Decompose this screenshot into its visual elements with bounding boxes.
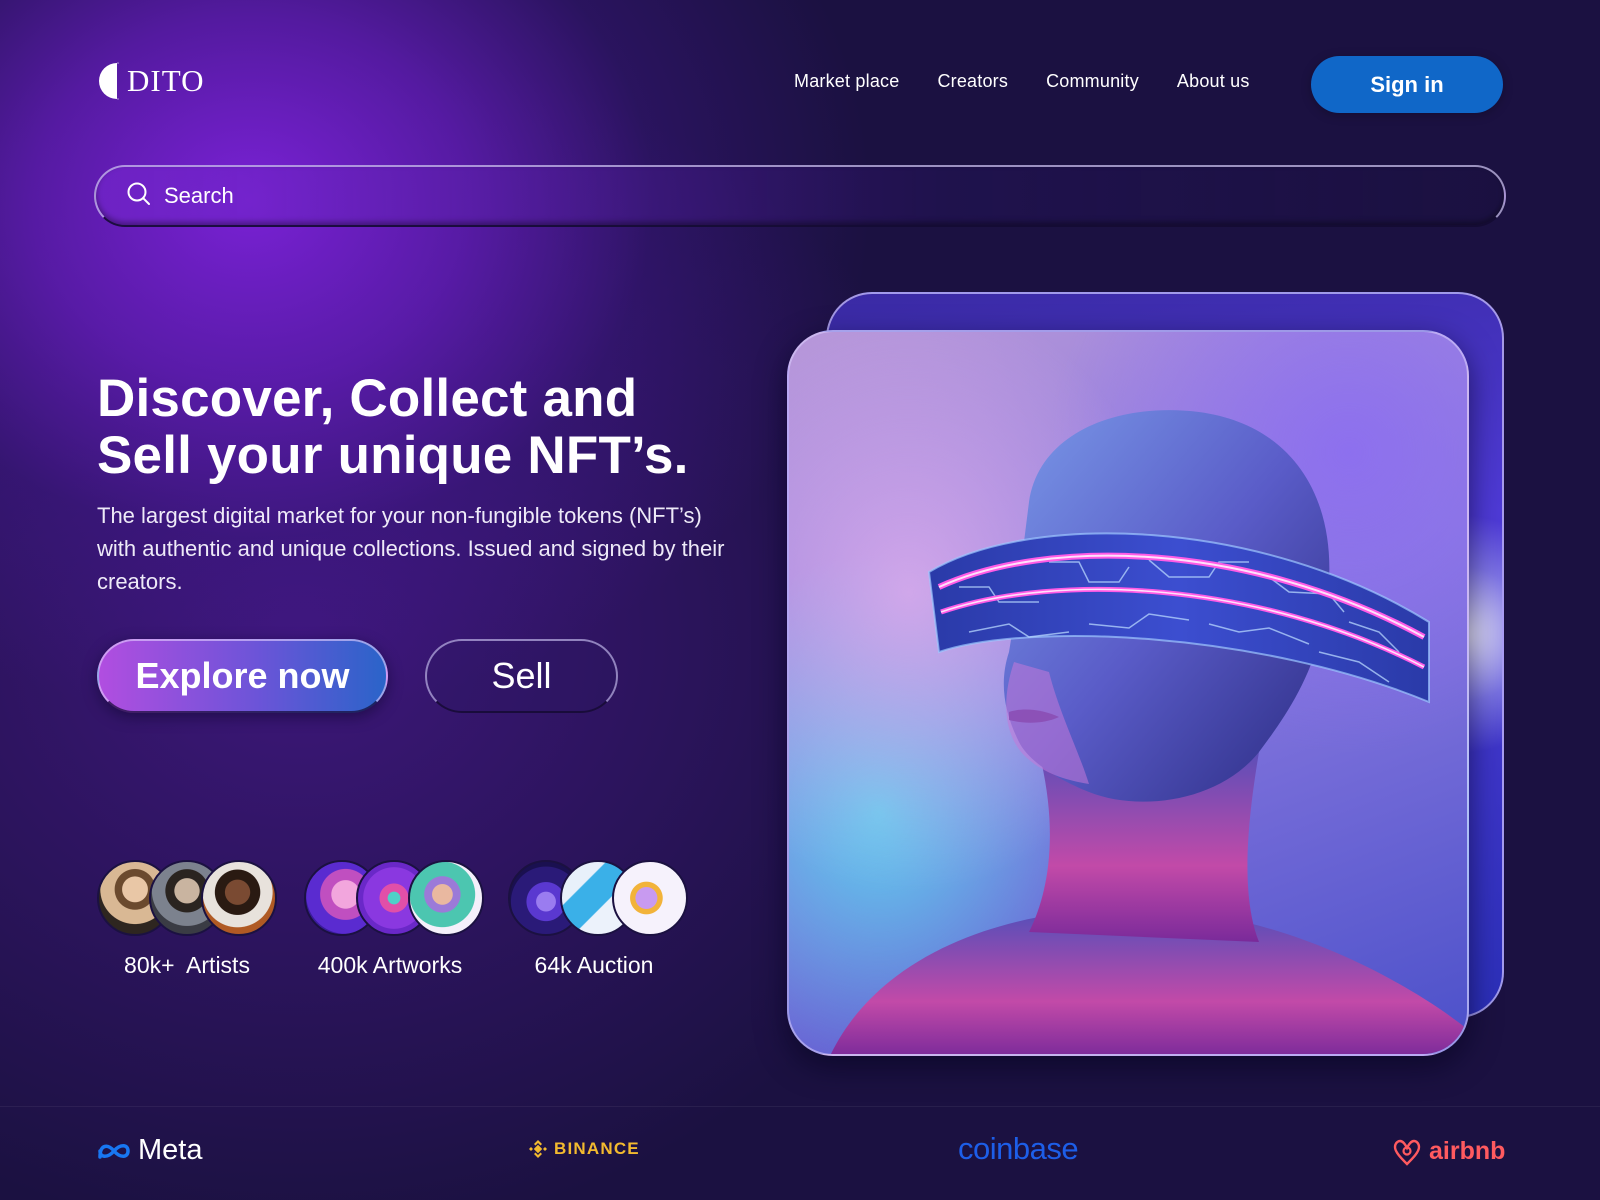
- hero-headline-line-1: Discover, Collect and: [97, 369, 638, 428]
- hero-headline-line-2: Sell your unique NFT’s.: [97, 426, 689, 485]
- stat-artists-label: 80k+ Artists: [124, 952, 250, 978]
- search-input[interactable]: [164, 183, 1364, 209]
- partner-airbnb-label: airbnb: [1429, 1136, 1506, 1165]
- vr-headset-figure-illustration: [831, 410, 1467, 1054]
- search-bar[interactable]: [94, 165, 1506, 227]
- auction-thumbnails: [504, 860, 688, 936]
- brand-logo[interactable]: DITO: [97, 62, 204, 100]
- sign-in-button[interactable]: Sign in: [1311, 56, 1503, 113]
- main-nav: Market place Creators Community About us: [794, 71, 1250, 92]
- nav-item-creators[interactable]: Creators: [937, 71, 1008, 92]
- partner-binance-label: BINANCE: [554, 1139, 640, 1158]
- explore-now-button[interactable]: Explore now: [97, 639, 388, 713]
- binance-diamond-icon: [528, 1139, 548, 1159]
- partner-airbnb[interactable]: airbnb: [1391, 1134, 1505, 1168]
- nav-item-marketplace[interactable]: Market place: [794, 71, 899, 92]
- stat-artworks-label: 400k Artworks: [317, 952, 463, 978]
- footer-divider: [0, 1106, 1600, 1107]
- partner-meta-label: Meta: [138, 1134, 203, 1166]
- airbnb-belo-icon: [1391, 1134, 1423, 1168]
- sell-button[interactable]: Sell: [425, 639, 618, 713]
- nav-item-community[interactable]: Community: [1046, 71, 1139, 92]
- auction-thumbnail: [612, 860, 688, 936]
- partner-binance[interactable]: BINANCE: [528, 1139, 640, 1159]
- avatar: [201, 860, 277, 936]
- partner-meta[interactable]: Meta: [96, 1134, 202, 1167]
- half-moon-logo-icon: [97, 62, 119, 100]
- hero-nft-image[interactable]: [787, 330, 1469, 1056]
- stat-artists: 80k+ Artists: [97, 860, 277, 978]
- artwork-thumbnail: [408, 860, 484, 936]
- landing-page: DITO Market place Creators Community Abo…: [0, 0, 1600, 1200]
- meta-infinity-icon: [96, 1140, 132, 1162]
- stat-auction-label: 64k Auction: [534, 952, 654, 978]
- partner-coinbase[interactable]: coinbase: [958, 1131, 1079, 1167]
- stat-auction: 64k Auction: [504, 860, 688, 978]
- artwork-thumbnails: [300, 860, 484, 936]
- search-icon: [126, 181, 152, 212]
- brand-name: DITO: [127, 63, 205, 98]
- nav-item-about-us[interactable]: About us: [1177, 71, 1250, 92]
- hero-description: The largest digital market for your non-…: [97, 503, 725, 594]
- artist-avatars: [97, 860, 277, 936]
- stat-artworks: 400k Artworks: [300, 860, 484, 978]
- hero-headline: Discover, Collect and Sell your unique N…: [97, 370, 797, 484]
- partner-coinbase-label: coinbase: [958, 1131, 1079, 1166]
